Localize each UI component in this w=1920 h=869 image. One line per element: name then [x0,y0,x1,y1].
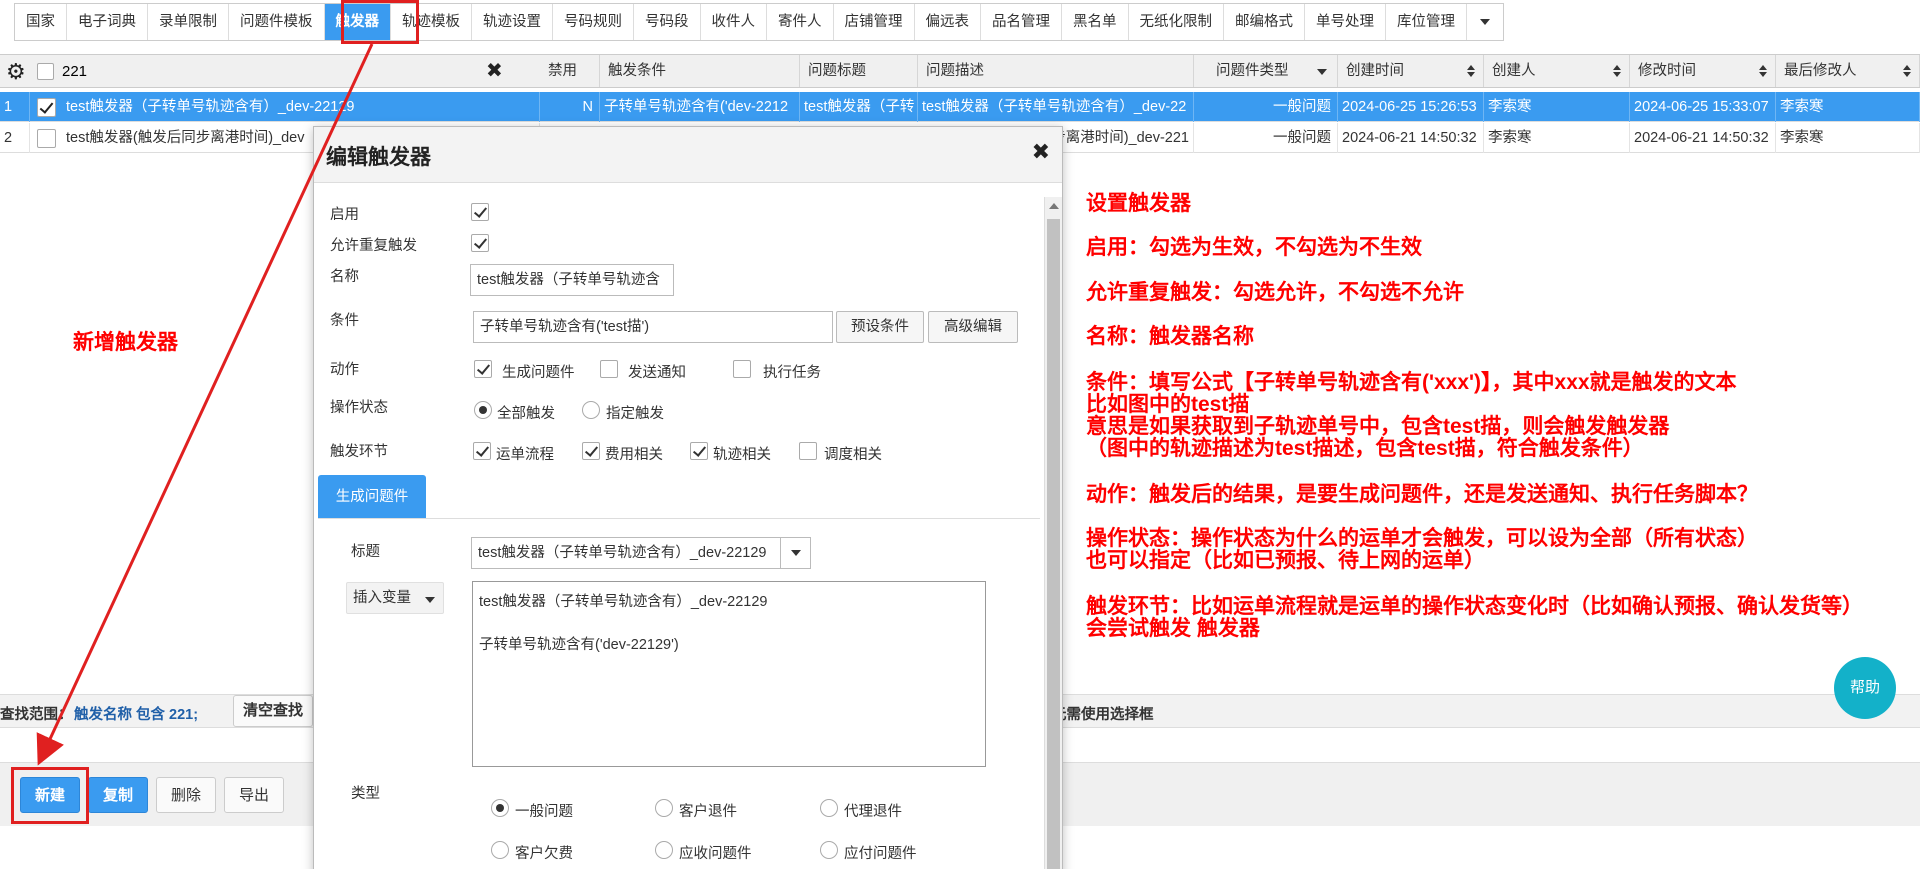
annotation-line: 动作：触发后的结果，是要生成问题件，还是发送通知、执行任务脚本？ [1086,483,1758,506]
annotation-line: 允许重复触发：勾选允许，不勾选不允许 [1086,281,1464,304]
annotation-line: 条件：填写公式【子转单号轨迹含有('xxx')】，其中xxx就是触发的文本 [1086,371,1737,394]
annotation-new-trigger: 新增触发器 [73,331,178,354]
annotation-line: （图中的轨迹描述为test描述，包含test描，符合触发条件） [1086,437,1644,460]
annotation-line: 比如图中的test描 [1086,393,1250,416]
annotation-line: 设置触发器 [1086,192,1191,215]
annotation-line: 触发环节：比如运单流程就是运单的操作状态变化时（比如确认预报、确认发货等） [1086,595,1863,618]
annotation-line: 意思是如果获取到子轨迹单号中，包含test描，则会触发触发器 [1086,415,1670,438]
annotation-line: 操作状态：操作状态为什么的运单才会触发，可以设为全部（所有状态） [1086,527,1758,550]
annotation-line: 名称：触发器名称 [1086,325,1254,348]
annotation-line: 也可以指定（比如已预报、待上网的运单） [1086,549,1485,572]
annotation-line: 启用：勾选为生效，不勾选为不生效 [1086,236,1422,259]
annotation-line: 会尝试触发 触发器 [1086,617,1260,640]
